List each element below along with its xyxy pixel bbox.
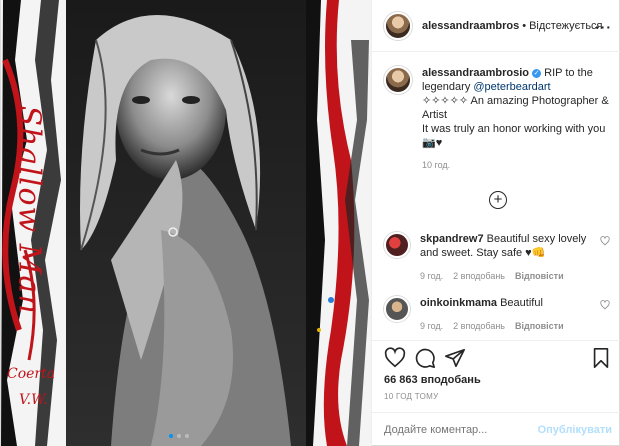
- carousel-dot: [177, 434, 181, 438]
- avatar[interactable]: [384, 11, 412, 40]
- posted-time[interactable]: 10 ГОД ТОМУ: [384, 392, 439, 401]
- comment-item: oinkoinkmama Beautiful 9 год. 2 вподобан…: [384, 296, 612, 333]
- like-comment-heart-icon[interactable]: [600, 300, 610, 310]
- post-caption: alessandraambrosio ✓ RIP to the legendar…: [384, 66, 612, 172]
- header-username[interactable]: alessandraambros: [422, 20, 519, 32]
- load-more-comments-button[interactable]: +: [489, 191, 507, 209]
- comment-text: Beautiful: [497, 297, 543, 309]
- likes-count[interactable]: 66 863 вподобань: [384, 374, 481, 386]
- post-frame: Shallow Man Coerta V.W. alessandraambros…: [0, 0, 620, 446]
- reply-button[interactable]: Відповісти: [515, 269, 564, 283]
- post-media[interactable]: Shallow Man Coerta V.W.: [1, 0, 371, 446]
- side-text-bottom-2: V.W.: [19, 392, 48, 408]
- carousel-dot: [169, 434, 173, 438]
- add-comment-bar: Опублікувати: [372, 412, 620, 446]
- carousel-dot: [185, 434, 189, 438]
- post-photo: [1, 0, 371, 446]
- caption-username[interactable]: alessandraambrosio: [422, 67, 529, 79]
- publish-button[interactable]: Опублікувати: [538, 424, 612, 436]
- follow-status[interactable]: Відстежується: [529, 20, 602, 32]
- comment-item: skpandrew7 Beautiful sexy lovely and swe…: [384, 232, 612, 283]
- avatar[interactable]: [384, 296, 410, 322]
- more-horizontal-icon[interactable]: ···: [595, 19, 612, 35]
- comment-icon[interactable]: [414, 347, 436, 369]
- post-header: alessandraambros • Відстежується ···: [372, 0, 620, 52]
- avatar[interactable]: [384, 66, 412, 94]
- side-text-bottom: Coerta: [7, 366, 56, 382]
- reply-button[interactable]: Відповісти: [515, 319, 564, 333]
- caption-line-2: ✧✧✧✧✧ An amazing Photographer & Artist: [422, 95, 609, 121]
- carousel-indicator: [169, 434, 189, 438]
- comment-likes[interactable]: 2 вподобань: [453, 319, 505, 333]
- heart-icon[interactable]: [384, 347, 406, 369]
- side-text-left: Shallow Man: [11, 105, 47, 315]
- comment-time[interactable]: 9 год.: [420, 269, 443, 283]
- action-bar: [372, 340, 620, 374]
- caption-mention[interactable]: @peterbeardart: [473, 81, 550, 93]
- caption-time[interactable]: 10 год.: [422, 158, 612, 172]
- comment-username[interactable]: oinkoinkmama: [420, 297, 497, 309]
- bookmark-icon[interactable]: [590, 347, 612, 369]
- comment-time[interactable]: 9 год.: [420, 319, 443, 333]
- comment-input[interactable]: [384, 423, 534, 436]
- comment-username[interactable]: skpandrew7: [420, 233, 484, 245]
- like-comment-heart-icon[interactable]: [600, 236, 610, 246]
- caption-line-3: It was truly an honor working with you: [422, 123, 606, 135]
- comment-likes[interactable]: 2 вподобань: [453, 269, 505, 283]
- avatar[interactable]: [384, 232, 410, 258]
- share-icon[interactable]: [444, 347, 466, 369]
- post-sidebar: alessandraambros • Відстежується ··· ale…: [371, 0, 620, 446]
- verified-badge-icon: ✓: [532, 69, 542, 78]
- header-separator: •: [522, 19, 527, 32]
- caption-line-4: 📷♥: [422, 137, 443, 149]
